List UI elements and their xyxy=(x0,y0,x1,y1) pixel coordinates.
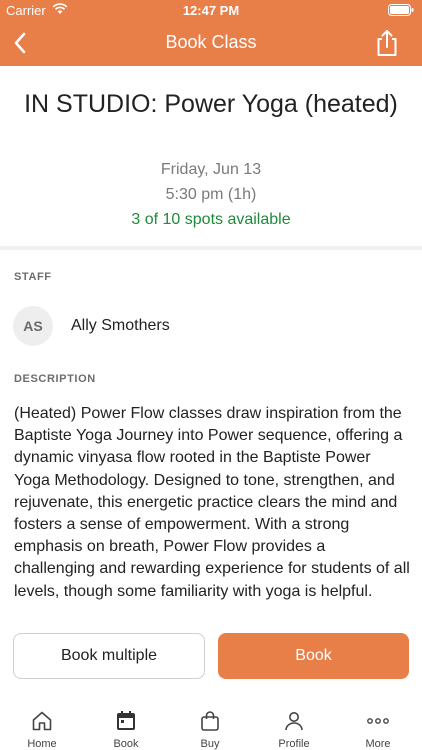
tab-label: Book xyxy=(113,738,139,750)
shopping-bag-icon xyxy=(168,708,252,734)
status-bar: Carrier 12:47 PM xyxy=(0,0,422,20)
class-time: 5:30 pm (1h) xyxy=(165,186,257,203)
section-divider xyxy=(0,246,422,250)
tab-more[interactable]: More xyxy=(336,708,420,750)
battery-icon xyxy=(388,4,414,19)
tab-label: Buy xyxy=(200,738,220,750)
book-multiple-button[interactable]: Book multiple xyxy=(13,633,205,679)
spots-available: 3 of 10 spots available xyxy=(131,211,291,228)
class-details: IN STUDIO: Power Yoga (heated) Friday, J… xyxy=(0,66,422,636)
more-dots-icon xyxy=(336,708,420,734)
calendar-icon xyxy=(84,708,168,734)
staff-name[interactable]: Ally Smothers xyxy=(71,317,170,335)
app-header: Carrier 12:47 PM Book Class xyxy=(0,0,422,66)
avatar: AS xyxy=(13,306,53,346)
share-button[interactable] xyxy=(374,28,402,58)
tab-bar: Home Book Buy Profile More xyxy=(0,694,422,750)
tab-label: More xyxy=(365,738,391,750)
tab-book[interactable]: Book xyxy=(84,708,168,750)
home-icon xyxy=(0,708,84,734)
page-title: Book Class xyxy=(165,32,257,52)
tab-profile[interactable]: Profile xyxy=(252,708,336,750)
class-title: IN STUDIO: Power Yoga (heated) xyxy=(24,90,398,118)
tab-label: Profile xyxy=(278,738,310,750)
book-button[interactable]: Book xyxy=(218,633,409,679)
nav-bar: Book Class xyxy=(0,22,422,66)
staff-section-label: STAFF xyxy=(14,271,52,283)
person-icon xyxy=(252,708,336,734)
class-description: (Heated) Power Flow classes draw inspira… xyxy=(14,405,410,600)
share-icon xyxy=(374,30,400,62)
tab-home[interactable]: Home xyxy=(0,708,84,750)
status-time: 12:47 PM xyxy=(182,3,240,18)
description-section-label: DESCRIPTION xyxy=(14,373,96,385)
tab-label: Home xyxy=(27,738,57,750)
tab-buy[interactable]: Buy xyxy=(168,708,252,750)
action-bar: Book multiple Book xyxy=(0,622,422,694)
class-date: Friday, Jun 13 xyxy=(160,161,262,178)
